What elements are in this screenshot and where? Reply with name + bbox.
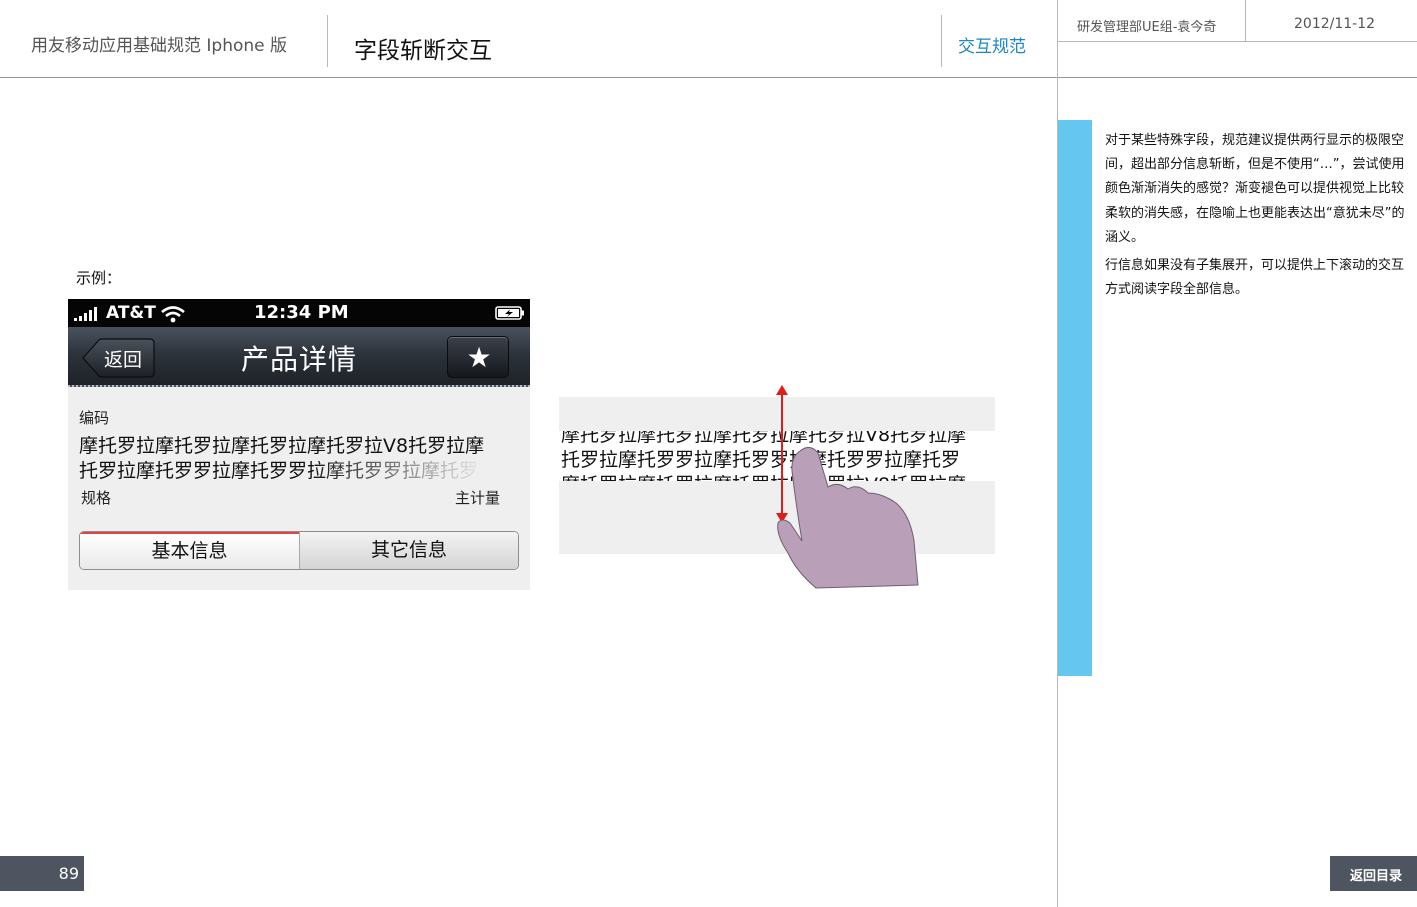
code-value-line: 摩托罗拉摩托罗拉摩托罗拉摩托罗拉V8托罗拉摩 xyxy=(79,435,485,457)
status-bar: AT&T 12:34 PM xyxy=(68,299,530,327)
page-title: 字段斩断交互 xyxy=(354,38,492,64)
meta-divider xyxy=(1058,41,1417,42)
tab-basic-info[interactable]: 基本信息 xyxy=(80,532,299,569)
unit-label: 主计量 xyxy=(455,489,501,507)
battery-charging-icon xyxy=(495,306,524,320)
tab-other-info[interactable]: 其它信息 xyxy=(299,532,518,569)
favorite-button[interactable]: ★ xyxy=(447,336,509,378)
header-divider xyxy=(1245,0,1246,41)
author-label: 研发管理部UE组-袁今奇 xyxy=(1077,20,1217,35)
signal-bars-icon xyxy=(74,307,102,321)
navigation-bar: 返回 产品详情 ★ xyxy=(68,327,530,387)
phone-screenshot: AT&T 12:34 PM 返回 产品详情 ★ 编码 摩托罗拉摩托罗拉摩托罗拉摩… xyxy=(68,299,530,590)
segmented-control: 基本信息 其它信息 xyxy=(79,531,519,570)
code-value-line-faded: 托罗拉摩托罗罗拉摩托罗罗拉摩托罗罗拉摩托罗 xyxy=(79,456,478,483)
code-label: 编码 xyxy=(79,409,110,427)
header-divider xyxy=(327,15,328,67)
star-icon: ★ xyxy=(466,341,492,374)
header-divider xyxy=(941,15,942,67)
document-title: 用友移动应用基础规范 Iphone 版 xyxy=(31,36,288,56)
description-paragraph: 对于某些特殊字段，规范建议提供两行显示的极限空间，超出部分信息斩断，但是不使用“… xyxy=(1105,133,1405,245)
back-to-toc-button[interactable]: 返回目录 xyxy=(1330,856,1417,891)
swipe-hand-icon xyxy=(777,447,919,589)
example-label: 示例： xyxy=(76,269,122,287)
back-to-toc-label: 返回目录 xyxy=(1349,869,1402,884)
wifi-icon xyxy=(161,306,185,323)
header-rule xyxy=(0,77,1417,78)
page-number-box: 89 xyxy=(0,856,84,891)
spec-label: 规格 xyxy=(81,489,112,507)
section-link[interactable]: 交互规范 xyxy=(958,32,1026,57)
description-panel: 对于某些特殊字段，规范建议提供两行显示的极限空间，超出部分信息斩断，但是不使用“… xyxy=(1105,129,1405,306)
date-label: 2012/11-12 xyxy=(1294,16,1376,32)
accent-bar xyxy=(1058,120,1092,676)
status-time: 12:34 PM xyxy=(254,302,349,323)
carrier-label: AT&T xyxy=(106,303,156,323)
description-paragraph: 行信息如果没有子集展开，可以提供上下滚动的交互方式阅读字段全部信息。 xyxy=(1105,258,1405,298)
page-number: 89 xyxy=(58,864,79,883)
